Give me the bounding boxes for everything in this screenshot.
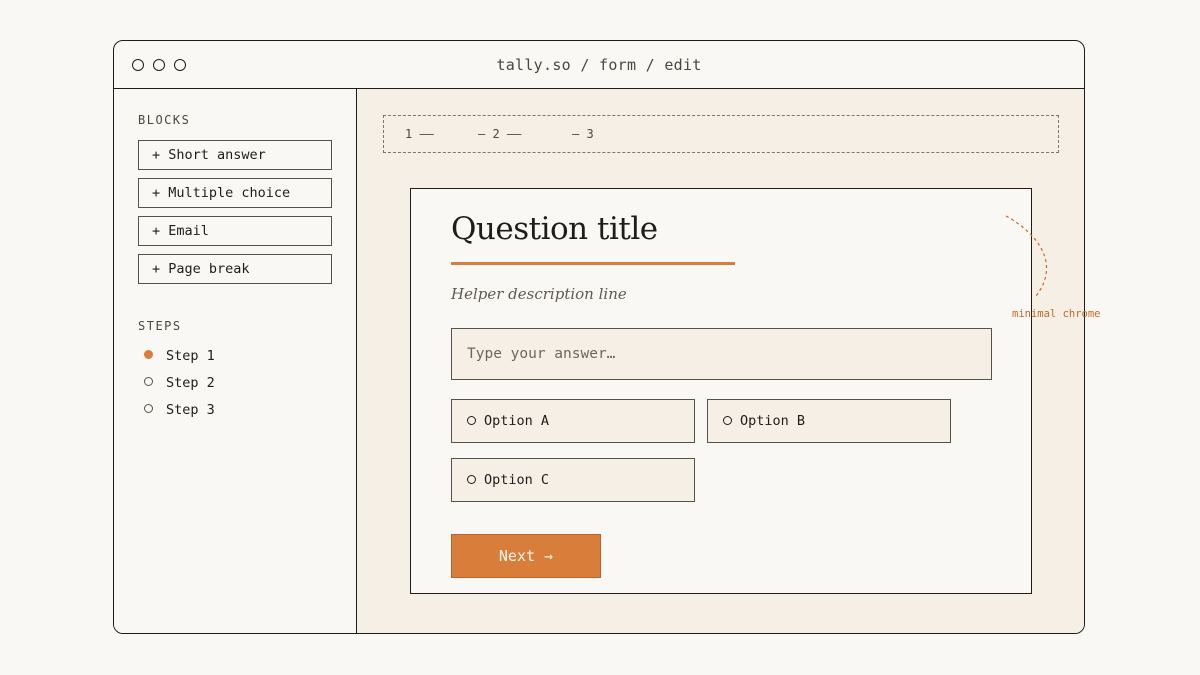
sidebar-step-2[interactable]: Step 2 (144, 374, 215, 392)
step-label: Step 2 (166, 375, 215, 391)
title-underline (451, 262, 735, 265)
option-label: Option B (740, 413, 806, 429)
option-c[interactable]: Option C (451, 458, 695, 502)
option-b[interactable]: Option B (707, 399, 951, 443)
step-label: Step 1 (166, 348, 215, 364)
add-page-break-button[interactable]: + Page break (138, 254, 332, 284)
option-a[interactable]: Option A (451, 399, 695, 443)
title-bar: tally.so / form / edit (114, 41, 1084, 89)
question-card: Question title Helper description line O… (410, 188, 1032, 594)
sidebar: BLOCKS + Short answer + Multiple choice … (114, 89, 357, 633)
option-label: Option C (484, 472, 550, 488)
annotation-curve-icon (1005, 215, 1048, 297)
add-email-button[interactable]: + Email (138, 216, 332, 246)
progress-step-3[interactable]: — 3 (572, 127, 594, 141)
step-label: Step 3 (166, 402, 215, 418)
radio-icon (467, 416, 476, 425)
sidebar-step-1[interactable]: Step 1 (144, 347, 215, 365)
step-active-dot-icon (144, 350, 153, 359)
progress-step-2[interactable]: — 2 —— (478, 127, 521, 141)
steps-section-label: STEPS (138, 319, 182, 333)
sidebar-step-3[interactable]: Step 3 (144, 401, 215, 419)
answer-input[interactable] (451, 328, 992, 380)
blocks-section-label: BLOCKS (138, 113, 191, 127)
address-url[interactable]: tally.so / form / edit (114, 56, 1084, 74)
option-label: Option A (484, 413, 550, 429)
radio-icon (467, 475, 476, 484)
form-canvas: 1 —— — 2 —— — 3 Question title Helper de… (357, 89, 1084, 633)
step-progress: 1 —— — 2 —— — 3 (383, 115, 1059, 153)
annotation-note: minimal chrome (1012, 308, 1101, 320)
browser-window: tally.so / form / edit BLOCKS + Short an… (113, 40, 1085, 634)
question-helper-text[interactable]: Helper description line (451, 285, 627, 303)
next-button[interactable]: Next → (451, 534, 601, 578)
question-title[interactable]: Question title (451, 211, 658, 247)
add-multiple-choice-button[interactable]: + Multiple choice (138, 178, 332, 208)
progress-step-1[interactable]: 1 —— (405, 127, 434, 141)
radio-icon (723, 416, 732, 425)
step-dot-icon (144, 404, 153, 413)
step-dot-icon (144, 377, 153, 386)
add-short-answer-button[interactable]: + Short answer (138, 140, 332, 170)
